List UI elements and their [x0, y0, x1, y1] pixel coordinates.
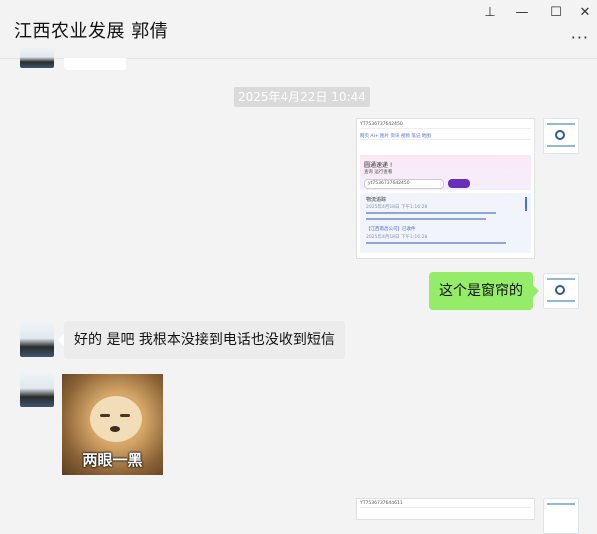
chat-header: 江西农业发展 郭倩 ⊥ — ☐ ✕ ···	[0, 0, 597, 58]
outgoing-message-text: 这个是窗帘的	[439, 283, 523, 299]
screenshot-url-bar: YT7536737644611	[360, 501, 531, 508]
screenshot-tabs: 网页 AI+ 图片 资讯 视频 笔记 地图	[360, 133, 531, 140]
more-icon[interactable]: ···	[571, 28, 589, 47]
screenshot-hero: 圆通速递 ! 查询 运行查看 yt7536737642450	[360, 155, 531, 190]
screenshot-search-text: yt7536737642450	[368, 181, 410, 186]
screenshot-hero-title: 圆通速递 !	[364, 162, 393, 169]
sticker-caption: 两眼一黑	[82, 451, 143, 469]
screenshot-card-rule	[366, 212, 496, 214]
my-avatar[interactable]	[543, 498, 579, 534]
screenshot-message[interactable]: YT7536737644611	[356, 498, 535, 520]
screenshot-url-text: YT7536737644611	[360, 501, 403, 506]
chat-title: 江西农业发展 郭倩	[14, 21, 169, 42]
screenshot-scrollbar	[525, 197, 527, 211]
minimize-icon[interactable]: —	[510, 2, 534, 22]
timestamp-badge: 2025年4月22日 10:44	[234, 87, 370, 107]
screenshot-url-bar: YT7536737642450	[360, 122, 531, 129]
contact-avatar[interactable]	[20, 323, 54, 357]
outgoing-message-bubble[interactable]: 这个是窗帘的	[429, 272, 533, 310]
screenshot-search-button	[448, 179, 470, 188]
contact-avatar[interactable]	[20, 373, 54, 407]
incoming-message-bubble[interactable]: 好的 是吧 我根本没接到电话也没收到短信	[64, 321, 345, 359]
screenshot-card-line: 2025年4月18日 下午1:16:28	[366, 205, 428, 210]
screenshot-card: 物流追踪 2025年4月18日 下午1:16:28 【江西南昌公司】已收件 20…	[360, 193, 531, 253]
screenshot-message[interactable]: YT7536737642450 网页 AI+ 图片 资讯 视频 笔记 地图 圆通…	[356, 118, 535, 259]
sticker-image[interactable]: 两眼一黑	[62, 374, 163, 475]
my-avatar[interactable]	[543, 118, 579, 154]
screenshot-card-line: 2025年4月18日 下午1:16:28	[366, 235, 428, 240]
incoming-message-text: 好的 是吧 我根本没接到电话也没收到短信	[74, 332, 335, 348]
screenshot-search-box: yt7536737642450	[364, 179, 444, 189]
bubble-tail	[533, 285, 539, 297]
screenshot-card-rule	[366, 218, 486, 220]
screenshot-url-text: YT7536737642450	[360, 122, 403, 127]
maximize-icon[interactable]: ☐	[544, 2, 568, 22]
screenshot-hero-sub: 查询 运行查看	[364, 170, 393, 175]
my-avatar[interactable]	[543, 273, 579, 309]
close-icon[interactable]: ✕	[573, 2, 597, 22]
pin-icon[interactable]: ⊥	[478, 2, 502, 22]
avatar[interactable]	[20, 48, 54, 68]
screenshot-card-rule	[366, 242, 506, 244]
screenshot-card-title: 物流追踪	[366, 197, 387, 203]
dog-face	[90, 396, 142, 442]
previous-message-bubble	[64, 58, 126, 70]
screenshot-card-line: 【江西南昌公司】已收件	[366, 227, 416, 232]
